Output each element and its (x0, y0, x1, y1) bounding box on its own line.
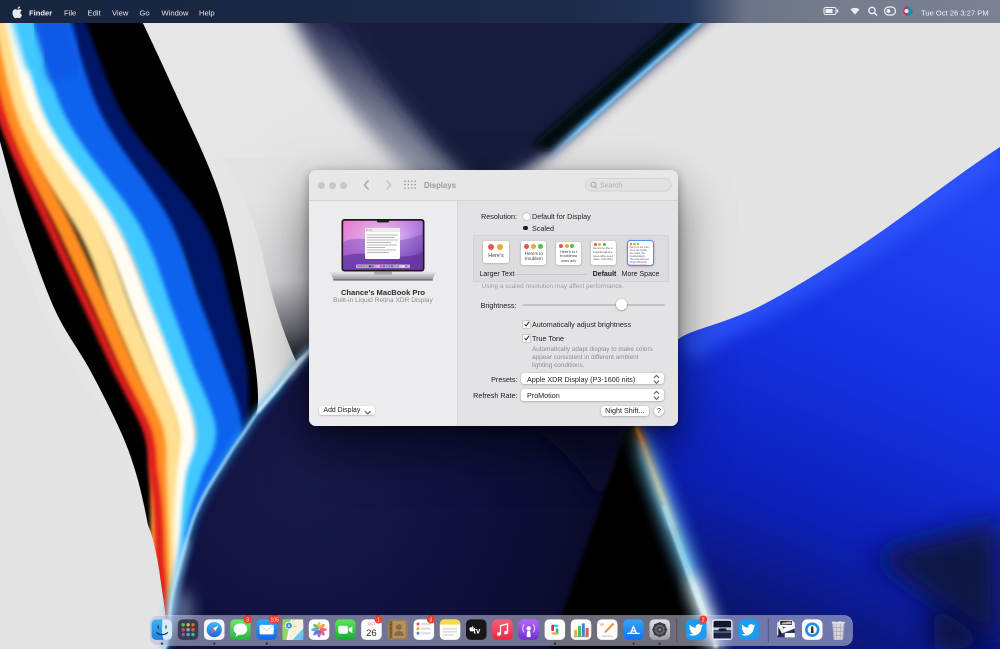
svg-text:Displays: Displays (424, 181, 457, 190)
svg-text:26: 26 (366, 628, 377, 639)
svg-text:View: View (112, 9, 129, 18)
svg-text:3: 3 (430, 617, 433, 623)
svg-text:2: 2 (702, 617, 705, 623)
svg-text:105: 105 (271, 617, 280, 623)
svg-text:tv: tv (473, 626, 481, 635)
svg-text:Finder: Finder (29, 9, 52, 18)
svg-text:“: “ (600, 621, 604, 630)
svg-text:Tue Oct 26 3:27 PM: Tue Oct 26 3:27 PM (921, 9, 989, 18)
svg-text:Edit: Edit (88, 9, 102, 18)
svg-text:Go: Go (140, 9, 150, 18)
svg-text:Search: Search (600, 182, 622, 189)
svg-text:OCT: OCT (368, 622, 375, 626)
svg-text:1: 1 (377, 617, 380, 623)
svg-text:3: 3 (246, 617, 249, 623)
svg-text:Help: Help (199, 9, 215, 18)
svg-text:File: File (64, 9, 76, 18)
svg-text:Window: Window (162, 9, 190, 18)
